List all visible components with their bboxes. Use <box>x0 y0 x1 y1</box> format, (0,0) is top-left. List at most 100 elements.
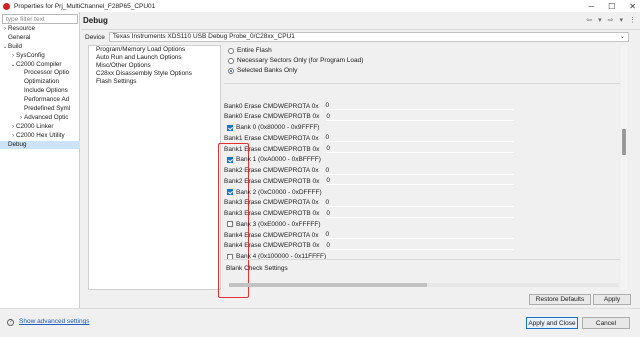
bank-checkbox-row[interactable]: Bank 4 (0x100000 - 0x11FFFF) <box>224 252 326 262</box>
close-icon[interactable]: ✕ <box>629 2 636 11</box>
tree-item[interactable]: General <box>0 34 80 43</box>
tree-item[interactable]: Processor Optio <box>0 69 80 78</box>
tree-item[interactable]: Predefined Syml <box>0 105 80 114</box>
apply-button[interactable]: Apply <box>593 294 631 305</box>
bank-erase-field: Bank4 Erase CMDWEPROTA 0x 0 <box>224 230 514 240</box>
checkbox-checked[interactable] <box>227 189 233 195</box>
tree-item[interactable]: ⌄ Build <box>0 43 80 52</box>
dialog-footer: ? Show advanced settings Apply and Close… <box>0 308 640 337</box>
bank-checkbox-row[interactable]: Bank 0 (0x80000 - 0x9FFFF) <box>224 123 319 133</box>
window-title: Properties for Prj_MultiChannel_F28P65_C… <box>14 2 156 10</box>
bank-checkbox-row[interactable]: Bank 1 (0xA0000 - 0xBFFFF) <box>224 155 321 165</box>
category-flash-settings[interactable]: Flash Settings <box>89 78 220 86</box>
bank-erase-input[interactable]: 0 <box>326 210 515 218</box>
divider <box>224 83 620 84</box>
tree-item[interactable]: › C2000 Linker <box>0 123 80 132</box>
bank-erase-label: Bank2 Erase CMDWEPROTB 0x <box>224 177 320 185</box>
device-label: Device <box>85 33 105 41</box>
tree-item-label: Include Options <box>24 87 68 95</box>
tree-item[interactable]: › SysConfig <box>0 52 80 61</box>
radio-entire-flash[interactable]: Entire Flash <box>228 46 272 55</box>
bank-erase-input[interactable]: 0 <box>325 102 514 110</box>
tree-item[interactable]: Include Options <box>0 87 80 96</box>
property-tree: › Resource General ⌄ Build › SysConfig ⌄ C2000 C… <box>0 25 80 150</box>
property-tree-panel: ›ResourceGeneral ⌄Build›SysConfig⌄C2000 C… <box>0 12 80 308</box>
tree-item[interactable]: Optimization <box>0 78 80 87</box>
bank-erase-field: Bank1 Erase CMDWEPROTA 0x 0 <box>224 133 514 143</box>
scrollbar-thumb[interactable] <box>622 129 626 155</box>
tree-item[interactable]: Debug <box>0 140 80 150</box>
page-title: Debug <box>83 16 108 25</box>
category-misc-other[interactable]: Misc/Other Options <box>89 62 220 70</box>
minimize-icon[interactable]: ─ <box>588 2 594 11</box>
bank-erase-input[interactable]: 0 <box>325 199 514 207</box>
device-select[interactable]: Texas Instruments XDS110 USB Debug Probe… <box>108 32 629 42</box>
checkbox-unchecked[interactable] <box>227 221 233 228</box>
bank-erase-field: Bank2 Erase CMDWEPROTA 0x 0 <box>224 166 514 176</box>
category-auto-run-launch[interactable]: Auto Run and Launch Options <box>89 54 220 62</box>
tree-item-label: Performance Ad <box>24 96 70 104</box>
window-title-bar: Properties for Prj_MultiChannel_F28P65_C… <box>0 0 640 12</box>
device-row: Device Texas Instruments XDS110 USB Debu… <box>81 31 640 43</box>
maximize-icon[interactable]: ☐ <box>608 2 615 11</box>
page-header: Debug ⇦ ▾ ⇨ ▾ ⋮ <box>81 12 640 30</box>
restore-defaults-button[interactable]: Restore Defaults <box>529 294 591 305</box>
chevron-down-icon: ⌄ <box>619 34 625 40</box>
bank-checkbox-row[interactable]: Bank 3 (0xE0000 - 0xFFFFF) <box>224 219 321 229</box>
bank-erase-label: Bank3 Erase CMDWEPROTB 0x <box>224 210 320 217</box>
debug-category-list: Program/Memory Load Options Auto Run and… <box>88 45 221 290</box>
checkbox-checked[interactable] <box>227 124 233 131</box>
tree-item-label: Advanced Optic <box>24 113 69 121</box>
bank-erase-field: Bank2 Erase CMDWEPROTB 0x 0 <box>224 176 515 186</box>
bank-erase-input[interactable]: 0 <box>326 177 515 186</box>
window-controls: ─ ☐ ✕ <box>588 0 636 12</box>
bank-erase-input[interactable]: 0 <box>325 231 514 239</box>
bank-erase-label: Bank0 Erase CMDWEPROTA 0x <box>224 102 319 110</box>
bank-erase-field: Bank0 Erase CMDWEPROTB 0x 0 <box>224 112 515 122</box>
category-program-memory-load[interactable]: Program/Memory Load Options <box>89 46 220 54</box>
radio-button[interactable] <box>228 57 234 64</box>
forward-menu-icon[interactable]: ▾ <box>619 16 623 24</box>
tree-item[interactable]: › Resource <box>0 25 80 34</box>
radio-button[interactable] <box>228 47 234 54</box>
blank-check-settings-heading: Blank Check Settings <box>226 265 288 272</box>
show-advanced-settings-link[interactable]: Show advanced settings <box>19 318 89 325</box>
help-icon[interactable]: ? <box>7 319 14 326</box>
filter-input[interactable] <box>2 14 78 24</box>
tree-item[interactable]: › Advanced Optic <box>0 114 80 123</box>
bank-erase-input[interactable]: 0 <box>326 145 515 153</box>
bank-erase-field: Bank3 Erase CMDWEPROTA 0x 0 <box>224 198 514 208</box>
scrollbar-thumb[interactable] <box>229 283 427 287</box>
view-menu-icon[interactable]: ⋮ <box>629 16 636 24</box>
bank-erase-label: Bank4 Erase CMDWEPROTA 0x <box>224 231 319 239</box>
radio-selected-banks[interactable]: Selected Banks Only <box>228 66 297 75</box>
tree-item-label: Processor Optio <box>24 69 70 77</box>
radio-necessary-sectors[interactable]: Necessary Sectors Only (for Program Load… <box>228 56 363 65</box>
radio-label: Entire Flash <box>237 47 272 54</box>
bank-erase-label: Bank4 Erase CMDWEPROTB 0x <box>224 242 320 250</box>
forward-icon[interactable]: ⇨ <box>608 16 614 24</box>
tree-item-label: C2000 Linker <box>16 122 54 130</box>
bank-erase-label: Bank3 Erase CMDWEPROTA 0x <box>224 199 319 207</box>
back-menu-icon[interactable]: ▾ <box>598 16 602 24</box>
cancel-button[interactable]: Cancel <box>582 317 630 329</box>
bank-erase-input[interactable]: 0 <box>326 113 515 121</box>
tree-item[interactable]: › C2000 Hex Utility <box>0 132 80 141</box>
checkbox-checked[interactable] <box>227 156 233 163</box>
vertical-scrollbar[interactable] <box>621 45 627 290</box>
bank-erase-label: Bank2 Erase CMDWEPROTA 0x <box>224 167 319 174</box>
bank-checkbox-row[interactable]: Bank 2 (0xC0000 - 0xDFFFF) <box>224 187 322 197</box>
tree-item[interactable]: ⌄ C2000 Compiler <box>0 61 80 70</box>
bank-erase-field: Bank3 Erase CMDWEPROTB 0x 0 <box>224 209 515 219</box>
apply-and-close-button[interactable]: Apply and Close <box>526 317 578 329</box>
bank-erase-input[interactable]: 0 <box>326 242 515 250</box>
bank-erase-input[interactable]: 0 <box>325 167 514 175</box>
category-disassembly-style[interactable]: C28xx Disassembly Style Options <box>89 70 220 78</box>
tree-item[interactable]: Performance Ad <box>0 96 80 105</box>
radio-button-selected[interactable] <box>228 67 234 74</box>
bank-erase-field: Bank4 Erase CMDWEPROTB 0x 0 <box>224 241 515 251</box>
bank-erase-input[interactable]: 0 <box>325 134 514 143</box>
bank-checkbox-label: Bank 2 (0xC0000 - 0xDFFFF) <box>236 188 322 196</box>
horizontal-scrollbar[interactable] <box>229 283 619 287</box>
back-icon[interactable]: ⇦ <box>586 16 592 24</box>
